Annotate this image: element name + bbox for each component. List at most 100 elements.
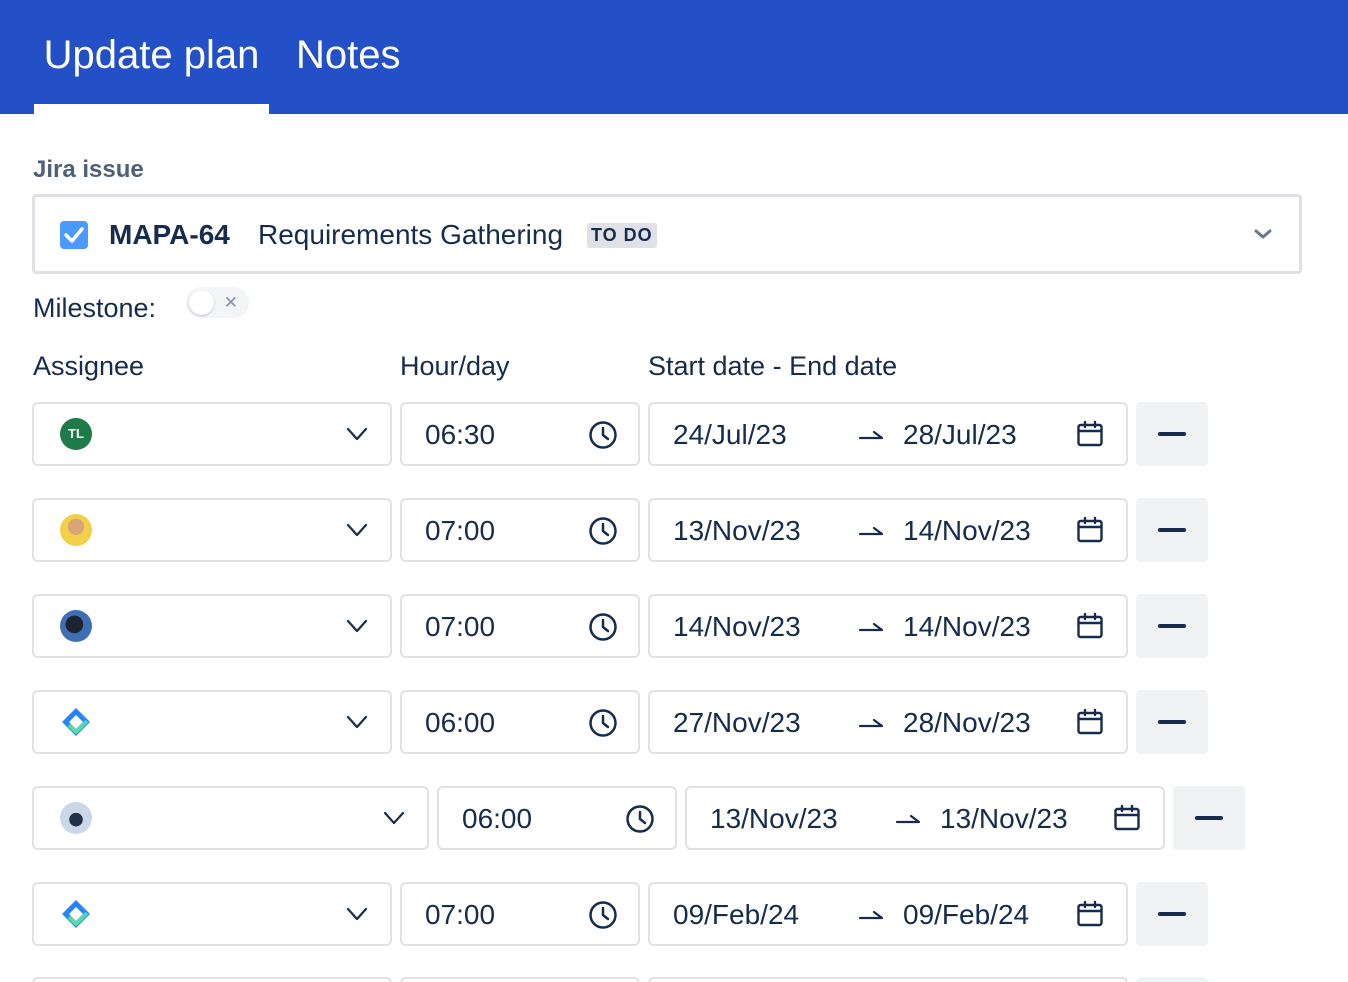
- clock-icon: [588, 612, 618, 647]
- avatar: [60, 514, 92, 546]
- arrow-right-icon: [858, 426, 884, 447]
- minus-icon: [1195, 816, 1223, 820]
- start-date: 13/Nov/23: [710, 803, 838, 834]
- end-date: 28/Jul/23: [903, 419, 1017, 450]
- assignee-select[interactable]: [32, 594, 392, 658]
- end-date: 14/Nov/23: [903, 611, 1031, 642]
- milestone-toggle[interactable]: ✕: [186, 287, 249, 318]
- clock-icon: [588, 516, 618, 551]
- plan-row: TL 06:30 24/Jul/23 28/Jul/23: [0, 402, 1348, 466]
- calendar-icon: [1113, 804, 1141, 837]
- hour-input[interactable]: 06:00: [400, 690, 640, 754]
- calendar-icon: [1076, 420, 1104, 453]
- minus-icon: [1158, 624, 1186, 628]
- dates-column-label: Start date - End date: [648, 351, 898, 381]
- clock-icon: [588, 420, 618, 455]
- end-date: 13/Nov/23: [940, 803, 1068, 834]
- date-range-picker[interactable]: 24/Jul/23 28/Jul/23: [648, 402, 1128, 466]
- hour-value: 07:00: [425, 611, 496, 642]
- chevron-down-icon[interactable]: [1253, 227, 1273, 246]
- chevron-down-icon: [346, 426, 368, 447]
- date-range-picker[interactable]: 13/Nov/23 14/Nov/23: [648, 498, 1128, 562]
- hour-value: 07:00: [425, 899, 496, 930]
- calendar-icon: [1076, 708, 1104, 741]
- hour-value: 07:00: [425, 515, 496, 546]
- assignee-select-partial[interactable]: [32, 977, 392, 982]
- task-type-icon: [60, 221, 88, 249]
- remove-row-button[interactable]: [1173, 786, 1245, 850]
- jira-issue-label: Jira issue: [33, 156, 144, 183]
- hour-value: 06:30: [425, 419, 496, 450]
- arrow-right-icon: [858, 906, 884, 927]
- plan-row: 07:00 09/Feb/24 09/Feb/24: [0, 882, 1348, 946]
- date-range-picker[interactable]: 09/Feb/24 09/Feb/24: [648, 882, 1128, 946]
- minus-icon: [1158, 432, 1186, 436]
- hour-input[interactable]: 07:00: [400, 882, 640, 946]
- hour-column-label: Hour/day: [400, 351, 510, 381]
- clock-icon: [625, 804, 655, 839]
- start-date: 14/Nov/23: [673, 611, 801, 642]
- jira-logo-icon: [60, 898, 92, 930]
- arrow-right-icon: [858, 618, 884, 639]
- hour-input[interactable]: 07:00: [400, 594, 640, 658]
- chevron-down-icon: [346, 714, 368, 735]
- remove-row-button[interactable]: [1136, 690, 1208, 754]
- minus-icon: [1158, 528, 1186, 532]
- tab-notes[interactable]: Notes: [296, 0, 401, 114]
- end-date: 28/Nov/23: [903, 707, 1031, 738]
- plan-row: 06:00 13/Nov/23 13/Nov/23: [0, 786, 1348, 850]
- assignee-select[interactable]: [32, 786, 429, 850]
- milestone-label: Milestone:: [33, 293, 157, 323]
- plan-row: 06:00 27/Nov/23 28/Nov/23: [0, 690, 1348, 754]
- hour-input[interactable]: 06:00: [437, 786, 677, 850]
- remove-row-button[interactable]: [1136, 882, 1208, 946]
- remove-row-button[interactable]: [1136, 594, 1208, 658]
- remove-row-button[interactable]: [1136, 498, 1208, 562]
- date-range-picker[interactable]: 27/Nov/23 28/Nov/23: [648, 690, 1128, 754]
- date-range-picker[interactable]: 13/Nov/23 13/Nov/23: [685, 786, 1165, 850]
- start-date: 13/Nov/23: [673, 515, 801, 546]
- top-tab-bar: Update plan Notes: [0, 0, 1348, 114]
- minus-icon: [1158, 720, 1186, 724]
- start-date: 24/Jul/23: [673, 419, 787, 450]
- avatar: [60, 802, 92, 834]
- date-range-picker[interactable]: 14/Nov/23 14/Nov/23: [648, 594, 1128, 658]
- issue-key: MAPA-64: [109, 219, 230, 250]
- assignee-select[interactable]: [32, 498, 392, 562]
- start-date: 09/Feb/24: [673, 899, 800, 930]
- remove-row-button-partial[interactable]: [1136, 977, 1208, 982]
- toggle-knob: [189, 290, 214, 315]
- plan-row: 07:00 14/Nov/23 14/Nov/23: [0, 594, 1348, 658]
- arrow-right-icon: [895, 810, 921, 831]
- assignee-select[interactable]: [32, 690, 392, 754]
- clock-icon: [588, 900, 618, 935]
- minus-icon: [1158, 912, 1186, 916]
- hour-input-partial[interactable]: [400, 977, 640, 982]
- date-range-picker-partial[interactable]: [648, 977, 1128, 982]
- plan-row: 07:00 13/Nov/23 14/Nov/23: [0, 498, 1348, 562]
- calendar-icon: [1076, 612, 1104, 645]
- jira-logo-icon: [60, 706, 92, 738]
- avatar: TL: [60, 418, 92, 450]
- active-tab-indicator: [34, 104, 269, 114]
- avatar: [60, 610, 92, 642]
- jira-issue-select[interactable]: MAPA-64 Requirements Gathering TO DO: [32, 194, 1302, 274]
- hour-value: 06:00: [462, 803, 533, 834]
- hour-input[interactable]: 07:00: [400, 498, 640, 562]
- issue-summary: Requirements Gathering: [258, 219, 564, 250]
- tab-update-plan[interactable]: Update plan: [34, 0, 269, 114]
- chevron-down-icon: [346, 522, 368, 543]
- assignee-select[interactable]: [32, 882, 392, 946]
- clock-icon: [588, 708, 618, 743]
- end-date: 09/Feb/24: [903, 899, 1030, 930]
- assignee-select[interactable]: TL: [32, 402, 392, 466]
- chevron-down-icon: [346, 618, 368, 639]
- calendar-icon: [1076, 516, 1104, 549]
- chevron-down-icon: [346, 906, 368, 927]
- end-date: 14/Nov/23: [903, 515, 1031, 546]
- calendar-icon: [1076, 900, 1104, 933]
- arrow-right-icon: [858, 714, 884, 735]
- status-badge: TO DO: [587, 223, 657, 248]
- remove-row-button[interactable]: [1136, 402, 1208, 466]
- hour-input[interactable]: 06:30: [400, 402, 640, 466]
